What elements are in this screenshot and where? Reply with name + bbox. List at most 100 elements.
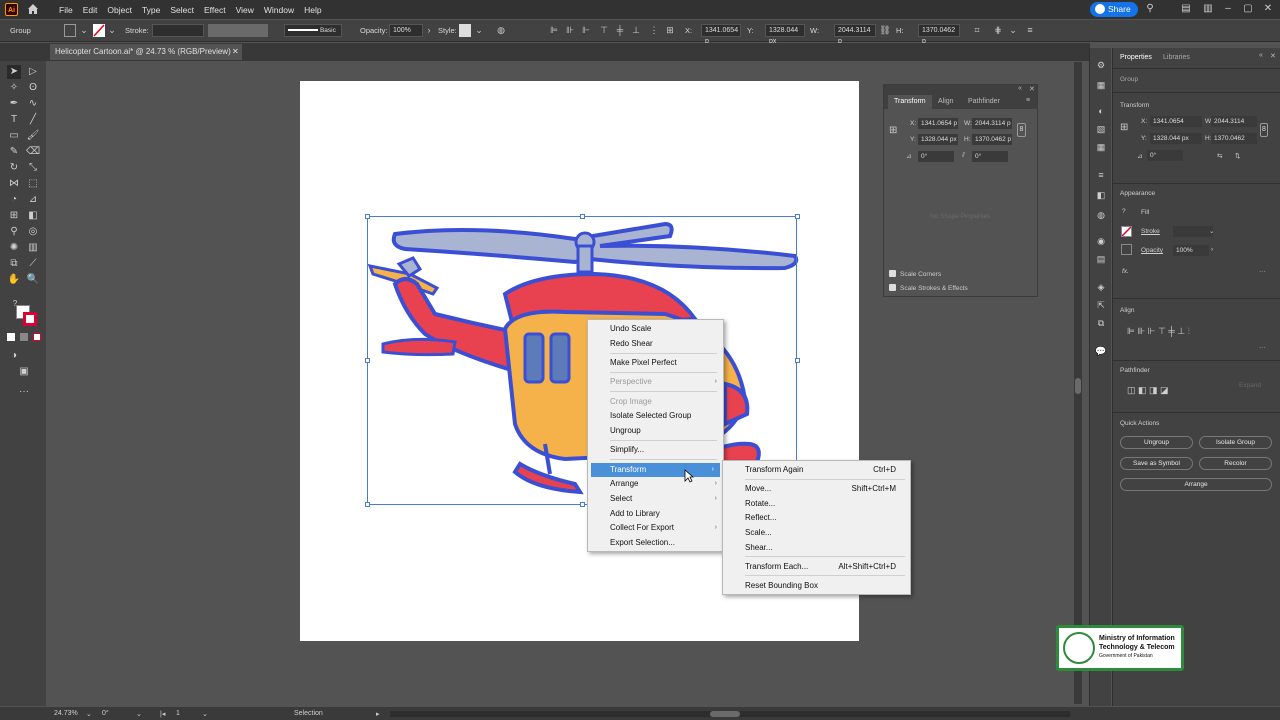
vertical-scrollbar[interactable] <box>1074 62 1082 704</box>
graphic-style-swatch[interactable] <box>459 24 471 37</box>
more-tools-icon[interactable]: ··· <box>17 385 31 399</box>
link-icon[interactable]: ⛓ <box>879 24 891 37</box>
maximize-icon[interactable]: ▢ <box>1242 3 1254 15</box>
align-vcenter-icon[interactable]: ╪ <box>614 24 626 37</box>
constrain-link-icon[interactable]: 8 <box>1017 123 1026 137</box>
opacity-field[interactable]: 100% <box>1173 245 1209 256</box>
more-options-icon[interactable]: ··· <box>1259 268 1266 275</box>
stroke-swatch[interactable] <box>1121 226 1132 237</box>
chevron-down-icon[interactable]: ⌄ <box>86 710 92 718</box>
menu-item-move[interactable]: Move... Shift+Ctrl+M <box>723 482 910 496</box>
chevron-down-icon[interactable]: ⌄ <box>1209 227 1214 235</box>
menu-effect[interactable]: Effect <box>199 5 231 15</box>
draw-mode-icon[interactable]: ◑ <box>7 349 21 363</box>
close-icon[interactable]: ✕ <box>1262 3 1274 15</box>
chevron-right-icon[interactable]: › <box>1211 246 1213 253</box>
menu-window[interactable]: Window <box>259 5 299 15</box>
align-right-icon[interactable]: ⊩ <box>580 24 592 37</box>
first-artboard-icon[interactable]: |◂ <box>160 710 165 718</box>
minimize-icon[interactable]: – <box>1222 3 1234 15</box>
x-field[interactable]: 1341.0654 <box>1150 116 1202 127</box>
lasso-tool-icon[interactable]: ʘ <box>26 81 40 95</box>
menu-type[interactable]: Type <box>137 5 165 15</box>
none-mode-icon[interactable] <box>33 333 41 341</box>
save-as-symbol-button[interactable]: Save as Symbol <box>1120 457 1193 470</box>
hand-tool-icon[interactable]: ✋ <box>7 273 21 287</box>
rotate-field[interactable]: 0° <box>918 151 954 162</box>
direct-selection-tool-icon[interactable]: ▷ <box>26 65 40 79</box>
eraser-tool-icon[interactable]: ⌫ <box>26 145 40 159</box>
chevron-down-icon[interactable]: ⌄ <box>202 710 208 718</box>
arrange-documents-icon[interactable]: ▤ <box>1180 3 1192 15</box>
resize-handle-t[interactable] <box>580 214 585 219</box>
tab-properties[interactable]: Properties <box>1120 54 1152 61</box>
x-field[interactable]: 1341.0654 p <box>918 118 958 129</box>
resize-handle-b[interactable] <box>580 502 585 507</box>
menu-item-shear[interactable]: Shear... <box>723 541 910 555</box>
collapse-icon[interactable]: « <box>1018 85 1022 92</box>
align-icons[interactable]: ⊫ ⊪ ⊩ ⊤ ╪ ⊥ ⫶ <box>1127 326 1190 337</box>
y-field[interactable]: 1328.044 px <box>765 24 805 45</box>
swatches-icon[interactable]: ▦ <box>1094 140 1108 154</box>
more-options-icon[interactable]: ··· <box>1259 344 1266 351</box>
share-button[interactable]: Share <box>1090 2 1138 17</box>
menu-item-make-pixel-perfect[interactable]: Make Pixel Perfect <box>588 356 723 370</box>
pencil-tool-icon[interactable]: ✎ <box>7 145 21 159</box>
tab-pathfinder[interactable]: Pathfinder <box>968 98 1000 105</box>
close-icon[interactable]: ✕ <box>1270 52 1276 60</box>
collapse-icon[interactable]: « <box>1259 52 1263 59</box>
color-guide-icon[interactable]: ▧ <box>1094 122 1108 136</box>
scale-tool-icon[interactable]: ⤡ <box>26 161 40 175</box>
flip-horizontal-icon[interactable]: ⇆ <box>1217 152 1222 160</box>
flip-vertical-icon[interactable]: ⇅ <box>1235 152 1240 160</box>
layers-icon[interactable]: ◈ <box>1094 280 1108 294</box>
rotate-tool-icon[interactable]: ↻ <box>7 161 21 175</box>
shear-field[interactable]: 0° <box>972 151 1008 162</box>
tab-transform[interactable]: Transform <box>888 95 932 109</box>
comments-icon[interactable]: 💬 <box>1094 344 1108 358</box>
menu-item-select[interactable]: Select › <box>588 492 723 506</box>
menu-item-transform-again[interactable]: Transform Again Ctrl+D <box>723 463 910 477</box>
ungroup-button[interactable]: Ungroup <box>1120 436 1193 449</box>
blend-tool-icon[interactable]: ◎ <box>26 225 40 239</box>
graph-tool-icon[interactable]: ▥ <box>26 241 40 255</box>
color-mode-icon[interactable] <box>7 333 15 341</box>
curvature-tool-icon[interactable]: ∿ <box>26 97 40 111</box>
w-field[interactable]: 2044.3114 p <box>834 24 876 45</box>
close-icon[interactable]: ✕ <box>1029 85 1035 93</box>
x-field[interactable]: 1341.0654 p <box>701 24 741 45</box>
rotate-field[interactable]: 0° <box>1147 150 1183 161</box>
y-field[interactable]: 1328.044 px <box>1150 133 1202 144</box>
gradient-mode-icon[interactable] <box>20 333 28 341</box>
grid-icon[interactable]: ⋕ <box>992 24 1004 37</box>
horizontal-scrollbar[interactable] <box>390 711 1070 717</box>
panel-menu-icon[interactable]: ≡ <box>1026 97 1030 104</box>
artboards-icon[interactable]: ⧉ <box>1094 316 1108 330</box>
chevron-down-icon[interactable]: ⌄ <box>78 24 90 37</box>
zoom-tool-icon[interactable]: 🔍 <box>26 273 40 287</box>
shape-builder-tool-icon[interactable]: ◔ <box>7 193 21 207</box>
menu-select[interactable]: Select <box>165 5 199 15</box>
properties-panel-icon[interactable]: ⚙ <box>1094 58 1108 72</box>
w-field[interactable]: 2044.3114 p <box>972 118 1012 129</box>
line-tool-icon[interactable]: ╱ <box>26 113 40 127</box>
menu-item-redo-shear[interactable]: Redo Shear <box>588 337 723 351</box>
symbol-sprayer-tool-icon[interactable]: ✺ <box>7 241 21 255</box>
gradient-panel-icon[interactable]: ◧ <box>1094 188 1108 202</box>
menu-item-rotate[interactable]: Rotate... <box>723 497 910 511</box>
reference-point-icon[interactable]: ⊞ <box>1120 122 1128 133</box>
align-bottom-icon[interactable]: ⊥ <box>630 24 642 37</box>
close-tab-icon[interactable]: ✕ <box>232 44 239 60</box>
fill-stroke-swatches[interactable] <box>16 305 38 327</box>
zoom-level[interactable]: 24.73% <box>54 710 78 717</box>
distribute-icon[interactable]: ⋮ <box>648 24 660 37</box>
resize-handle-tr[interactable] <box>795 214 800 219</box>
chevron-down-icon[interactable]: ⌄ <box>106 24 118 37</box>
panel-menu-icon[interactable]: ≡ <box>1024 24 1036 37</box>
chevron-right-icon[interactable]: › <box>423 24 435 37</box>
transparency-icon[interactable]: ◍ <box>1094 208 1108 222</box>
menu-item-scale[interactable]: Scale... <box>723 526 910 540</box>
h-field[interactable]: 1370.0462 p <box>972 134 1012 145</box>
graphic-styles-icon[interactable]: ▤ <box>1094 252 1108 266</box>
gradient-tool-icon[interactable]: ◧ <box>26 209 40 223</box>
